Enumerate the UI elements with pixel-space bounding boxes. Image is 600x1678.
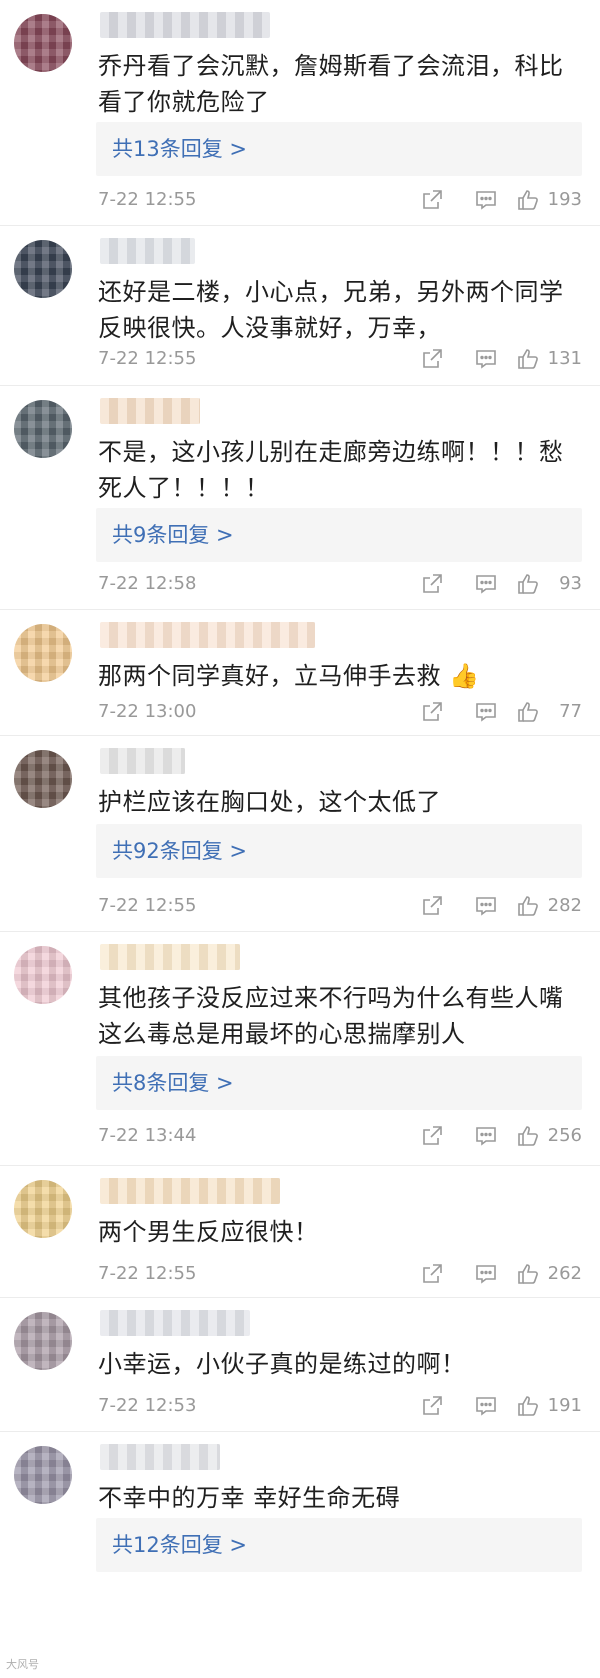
comment-item: 护栏应该在胸口处，这个太低了 共92条回复 > 7-22 12:55 282 <box>0 736 600 932</box>
like-count: 256 <box>547 1125 582 1146</box>
timestamp: 7-22 12:55 <box>98 348 197 369</box>
comment-meta: 7-22 13:44 256 <box>98 1122 582 1152</box>
comment-item: 两个男生反应很快！ 7-22 12:55 262 <box>0 1166 600 1298</box>
avatar[interactable] <box>14 240 72 298</box>
share-icon[interactable] <box>420 1262 444 1286</box>
comment-meta: 7-22 12:55 193 <box>98 186 582 216</box>
replies-link[interactable]: 共8条回复 > <box>96 1056 582 1110</box>
comment-text: 乔丹看了会沉默，詹姆斯看了会流泪，科比 看了你就危险了 <box>98 52 564 116</box>
comment-text: 两个男生反应很快！ <box>98 1218 319 1246</box>
like-count: 262 <box>547 1263 582 1284</box>
like-count: 282 <box>547 895 582 916</box>
replies-link[interactable]: 共9条回复 > <box>96 508 582 562</box>
timestamp: 7-22 12:58 <box>98 573 197 594</box>
comment-text-body: 那两个同学真好，立马伸手去救 <box>98 662 441 690</box>
username-blurred[interactable] <box>100 12 270 38</box>
username-blurred[interactable] <box>100 622 315 648</box>
username-blurred[interactable] <box>100 1310 250 1336</box>
comment-item: 不是，这小孩儿别在走廊旁边练啊！！！愁 死人了！！！！ 共9条回复 > 7-22… <box>0 386 600 610</box>
avatar[interactable] <box>14 1180 72 1238</box>
username-blurred[interactable] <box>100 238 195 264</box>
share-icon[interactable] <box>420 347 444 371</box>
username-blurred[interactable] <box>100 944 240 970</box>
comment-meta: 7-22 13:00 77 <box>98 698 582 728</box>
like-count: 131 <box>547 348 582 369</box>
comment-text: 还好是二楼，小心点，兄弟，另外两个同学 反映很快。人没事就好，万幸， <box>98 278 564 342</box>
comment-item: 还好是二楼，小心点，兄弟，另外两个同学 反映很快。人没事就好，万幸， 7-22 … <box>0 226 600 386</box>
comment-item: 那两个同学真好，立马伸手去救 👍 7-22 13:00 77 <box>0 610 600 736</box>
share-icon[interactable] <box>420 700 444 724</box>
avatar[interactable] <box>14 750 72 808</box>
comment-text: 那两个同学真好，立马伸手去救 👍 <box>98 658 582 694</box>
username-blurred[interactable] <box>100 1444 220 1470</box>
thumbs-up-icon[interactable] <box>516 572 540 596</box>
comment-item: 其他孩子没反应过来不行吗为什么有些人嘴 这么毒总是用最坏的心思揣摩别人 共8条回… <box>0 932 600 1166</box>
thumbs-up-icon[interactable] <box>516 347 540 371</box>
like-count: 77 <box>559 701 582 722</box>
comment-meta: 7-22 12:55 262 <box>98 1260 582 1290</box>
comment-text: 小幸运，小伙子真的是练过的啊！ <box>98 1350 466 1378</box>
username-blurred[interactable] <box>100 748 185 774</box>
timestamp: 7-22 12:55 <box>98 189 197 210</box>
like-count: 191 <box>547 1395 582 1416</box>
comment-text: 不幸中的万幸 幸好生命无碍 <box>98 1484 401 1512</box>
avatar[interactable] <box>14 1312 72 1370</box>
replies-link[interactable]: 共92条回复 > <box>96 824 582 878</box>
replies-link[interactable]: 共13条回复 > <box>96 122 582 176</box>
share-icon[interactable] <box>420 188 444 212</box>
username-blurred[interactable] <box>100 398 200 424</box>
comment-item: 乔丹看了会沉默，詹姆斯看了会流泪，科比 看了你就危险了 共13条回复 > 7-2… <box>0 0 600 226</box>
share-icon[interactable] <box>420 1394 444 1418</box>
like-count: 93 <box>559 573 582 594</box>
comment-meta: 7-22 12:55 131 <box>98 345 582 375</box>
comment-icon[interactable] <box>474 1394 498 1418</box>
timestamp: 7-22 13:00 <box>98 701 197 722</box>
avatar[interactable] <box>14 624 72 682</box>
avatar[interactable] <box>14 14 72 72</box>
avatar[interactable] <box>14 946 72 1004</box>
share-icon[interactable] <box>420 572 444 596</box>
comment-text: 其他孩子没反应过来不行吗为什么有些人嘴 这么毒总是用最坏的心思揣摩别人 <box>98 984 564 1048</box>
avatar[interactable] <box>14 400 72 458</box>
comment-meta: 7-22 12:55 282 <box>98 892 582 922</box>
comment-item: 不幸中的万幸 幸好生命无碍 共12条回复 > <box>0 1432 600 1678</box>
watermark: 大风号 <box>6 1658 39 1671</box>
thumbs-up-icon[interactable] <box>516 1124 540 1148</box>
thumbs-up-icon[interactable] <box>516 700 540 724</box>
username-blurred[interactable] <box>100 1178 280 1204</box>
thumbs-up-icon[interactable] <box>516 1394 540 1418</box>
comment-icon[interactable] <box>474 572 498 596</box>
comment-text: 不是，这小孩儿别在走廊旁边练啊！！！愁 死人了！！！！ <box>98 438 564 502</box>
thumbs-up-emoji: 👍 <box>449 662 480 690</box>
comment-icon[interactable] <box>474 188 498 212</box>
thumbs-up-icon[interactable] <box>516 1262 540 1286</box>
avatar[interactable] <box>14 1446 72 1504</box>
comment-item: 小幸运，小伙子真的是练过的啊！ 7-22 12:53 191 <box>0 1298 600 1432</box>
thumbs-up-icon[interactable] <box>516 188 540 212</box>
timestamp: 7-22 12:53 <box>98 1395 197 1416</box>
timestamp: 7-22 12:55 <box>98 895 197 916</box>
comment-icon[interactable] <box>474 1262 498 1286</box>
timestamp: 7-22 12:55 <box>98 1263 197 1284</box>
comment-meta: 7-22 12:58 93 <box>98 570 582 600</box>
share-icon[interactable] <box>420 1124 444 1148</box>
replies-link[interactable]: 共12条回复 > <box>96 1518 582 1572</box>
timestamp: 7-22 13:44 <box>98 1125 197 1146</box>
thumbs-up-icon[interactable] <box>516 894 540 918</box>
comment-icon[interactable] <box>474 347 498 371</box>
share-icon[interactable] <box>420 894 444 918</box>
comment-icon[interactable] <box>474 894 498 918</box>
like-count: 193 <box>547 189 582 210</box>
comment-icon[interactable] <box>474 700 498 724</box>
comment-icon[interactable] <box>474 1124 498 1148</box>
comment-text: 护栏应该在胸口处，这个太低了 <box>98 788 441 816</box>
comment-meta: 7-22 12:53 191 <box>98 1392 582 1422</box>
